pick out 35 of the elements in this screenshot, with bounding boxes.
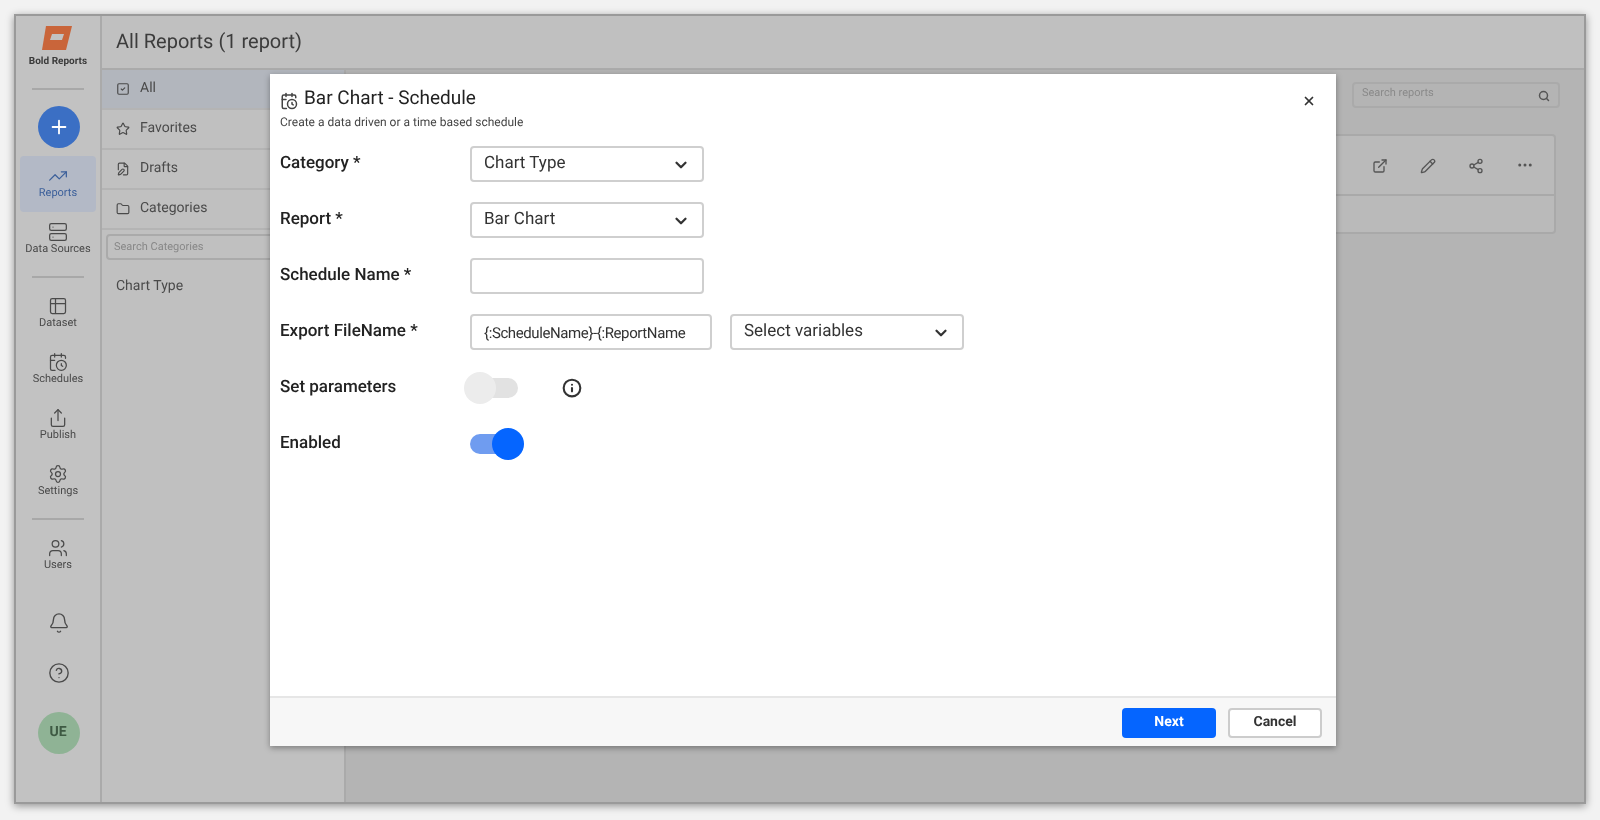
select-field[interactable]: Bar Chart — [470, 202, 704, 239]
search-icon — [1538, 89, 1550, 101]
field-label: Report * — [280, 207, 345, 234]
info-icon[interactable] — [562, 378, 582, 399]
edit-icon[interactable] — [1420, 157, 1436, 173]
select-field[interactable]: Select variables — [730, 314, 964, 351]
share-icon — [48, 407, 68, 428]
table-icon — [48, 295, 68, 316]
share-icon[interactable] — [1468, 157, 1484, 173]
input-field[interactable] — [470, 258, 704, 295]
toggle-switch[interactable] — [470, 434, 518, 455]
settings-icon — [48, 463, 68, 484]
add-button[interactable] — [37, 105, 79, 147]
folder-icon — [116, 202, 130, 216]
field-label: Schedule Name * — [280, 263, 414, 290]
checkbox-icon — [116, 82, 130, 96]
open-icon[interactable] — [1372, 157, 1388, 173]
field-label: Export FileName * — [280, 319, 420, 346]
file-icon — [116, 162, 130, 176]
bell-icon[interactable] — [47, 611, 69, 633]
select-field[interactable]: Chart Type — [470, 146, 704, 183]
logo-icon — [40, 24, 76, 52]
help-icon[interactable] — [47, 661, 69, 683]
field-label: Enabled — [280, 431, 343, 458]
server-icon — [48, 221, 68, 242]
field-label: Set parameters — [280, 375, 399, 402]
page-title: All Reports (1 report) — [116, 29, 303, 57]
plus-icon — [47, 115, 69, 137]
trend-icon — [48, 165, 68, 186]
calendar-icon — [280, 91, 298, 110]
toggle-switch[interactable] — [470, 378, 518, 399]
calendar-icon — [48, 351, 68, 372]
close-icon — [1301, 93, 1315, 107]
users-icon — [48, 537, 68, 558]
star-icon — [116, 122, 130, 136]
